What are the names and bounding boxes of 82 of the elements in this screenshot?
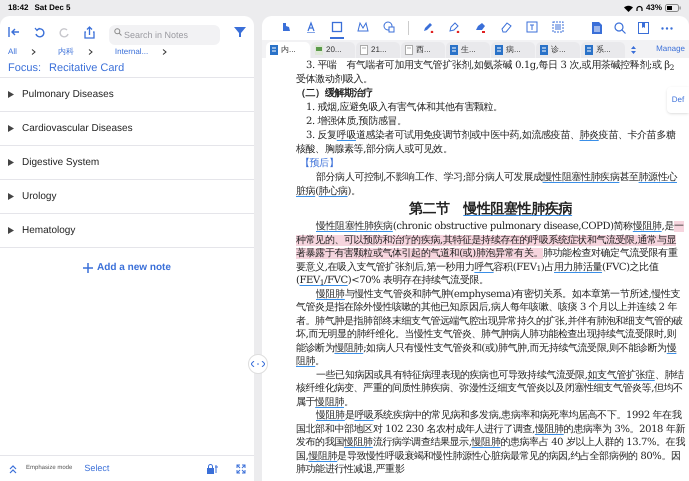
file-icon [405,45,413,55]
tree-item[interactable]: Pulmonary Diseases [0,78,254,112]
body-paragraph: 慢阻肺与慢性支气管炎和肺气肿(emphysema)有密切关系。如本章第一节所述,慢性支气管炎是指在除外慢性咳嗽的其他已知原因后,病人每年咳嗽、咳痰 3 个月以上并连续 2 年者。肺气肿是指肺部终末细支气管远端气腔出现异常持久的扩张,并伴有肺泡和细支气管的破坏,而无明显的肺纤维化。当慢性支气管炎、肺气肿病人肺功能检查出现持续气流受限时,则能诊断为慢阻肺;如病人只有慢性支气管炎和(或)肺气肿,而无持续气流受限,则不能诊断为慢阻肺。 [296,288,684,368]
chevron-up-icon[interactable] [8,464,18,474]
text-box-tool-icon [526,21,538,33]
lasso-tool-icon [357,21,369,33]
marker-tool-icon [448,21,460,33]
tree-item[interactable]: Digestive System [0,146,254,180]
file-icon [360,45,368,55]
eraser-tool-icon [500,21,512,33]
body-paragraph: 慢阻肺是呼吸系统疾病中的常见病和多发病,患病率和病死率均居高不下。1992 年在我国北部和中部地区对 102 230 名农村成年人进行了调查,慢阻肺的患病率为 3%。2018 年新发布的我国慢阻肺流行病学调查结果显示,慢阻肺的患病率占 40 岁以上人群的 13.7%。在我国,慢阻肺是导致慢性呼吸衰竭和慢性肺源性心脏病最常见的病因,约占全部病例的 80%。因肺功能进行性减退,严重影 [296,409,685,476]
book-icon[interactable] [638,22,649,34]
document-tab[interactable]: 20... [311,42,355,58]
file-icon [270,45,278,55]
section-label: 【预后】 [299,157,340,171]
numbered-item: 1. 戒烟,应避免吸入有害气体和其他有害颗粒。 [305,101,503,115]
disclosure-triangle-icon [8,159,14,166]
file-icon [585,45,593,55]
text-tool-icon [305,21,317,33]
status-time: 18:42 [8,2,28,14]
share-icon[interactable] [84,26,95,38]
battery-percent: 43% [646,2,662,14]
file-icon [450,45,458,55]
expand-icon[interactable] [236,464,246,474]
tree-item[interactable]: Urology [0,180,254,214]
file-icon [540,45,548,55]
highlighter-tool-icon [474,21,486,33]
plus-icon [83,262,94,272]
wifi-icon [624,4,633,12]
numbered-item: 3. 反复呼吸道感染者可试用免疫调节剂或中医中药,如流感疫苗、肺炎疫苗、卡介苗多糖核酸、胸腺素等,部分病人或可见效。 [296,129,677,157]
document-tab[interactable]: 内... [266,42,310,58]
disclosure-triangle-icon [8,193,14,200]
search-icon [114,28,122,36]
breadcrumb-link[interactable]: Internal... [114,46,148,58]
file-icon [495,45,503,55]
focus-label: Focus: [8,61,42,76]
status-date: Sat Dec 5 [34,2,70,14]
breadcrumb-link[interactable]: 内科 [58,46,74,58]
add-note-button[interactable]: Add a new note [83,260,171,275]
document-icon[interactable] [592,22,602,34]
undo-icon[interactable] [34,26,45,38]
body-paragraph: 慢性阻塞性肺疾病(chronic obstructive pulmonary disease,COPD)简称慢阻肺,是一种常见的、可以预防和治疗的疾病,其特征是持续存在的呼吸系统症状和气流受限,通常与显著暴露于有害颗粒或气体引起的气道和(或)肺泡异常有关。肺功能检查对确定气流受限有重要意义,在吸入支气管扩张剂后,第一秒用力呼气容积(FEV$_{1}$)占用力肺活量(FVC)之比值(FEV$_{1}$/FVC)<70% 表明存在持续气流受限。 [296,220,685,288]
chevron-right-icon [162,49,168,55]
numbered-item: 2. 增强体质,预防感冒。 [305,115,407,129]
def-button[interactable]: Def [667,87,689,113]
body-paragraph: 一些已知病因或具有特征病理表现的疾病也可导致持续气流受限,如支气管扩张症、肺结核纤维化病变、严重的间质性肺疾病、弥漫性泛细支气管炎以及闭塞性细支气管炎等,但均不属于慢阻肺。 [296,368,685,409]
battery-icon [665,4,681,12]
document-tab[interactable]: 21... [356,42,400,58]
document-tab[interactable]: 生... [446,42,490,58]
collapse-sidebar-icon[interactable] [8,27,20,37]
disclosure-triangle-icon [8,125,14,132]
pen-tool-icon [422,21,434,33]
chevron-right-icon [88,49,93,55]
document-tab[interactable]: 病... [491,42,535,58]
breadcrumb-link[interactable]: All [8,46,17,58]
document-tab[interactable]: 诊... [536,42,580,58]
numbered-item: 3. 平喘 有气喘者可加用支气管扩张剂,如氨茶碱 0.1g,每日 3 次,或用茶碱控释剂;或 β$_{2}$ 受体激动剂吸入。 [296,59,675,87]
list-box-tool-icon [552,21,564,33]
search-icon[interactable] [614,22,626,34]
rectangle-select-tool-icon [331,21,343,33]
resize-arrows-icon [251,361,265,367]
chevron-right-icon [30,49,36,55]
tree-item[interactable]: Cardiovascular Diseases [0,112,254,146]
shape-tool-icon [383,21,395,33]
select-button[interactable]: Select [84,462,110,476]
body-paragraph: 部分病人可控制,不影响工作、学习;部分病人可发展成慢性阻塞性肺疾病甚至肺源性心脏病(肺心病)。 [296,171,678,198]
search-field[interactable]: Search in Notes [109,25,220,45]
tree-item[interactable]: Hematology [0,214,254,248]
headphones-icon [636,4,643,12]
focus-mode-link[interactable]: Recitative Card [49,60,124,77]
disclosure-triangle-icon [8,227,14,234]
sort-icon[interactable] [631,46,636,54]
document-tab[interactable]: 西... [401,42,445,58]
section-subheading: （二）缓解期治疗 [296,87,373,101]
file-icon [315,45,323,55]
filter-icon[interactable] [234,27,246,37]
section-title: 第二节 慢性阻塞性肺疾病 [408,200,574,218]
more-icon[interactable] [661,26,673,30]
document-tab[interactable]: 系... [581,42,625,58]
lock-icon[interactable] [206,464,220,474]
disclosure-triangle-icon [8,91,14,98]
manage-button[interactable]: Manage [656,43,685,55]
